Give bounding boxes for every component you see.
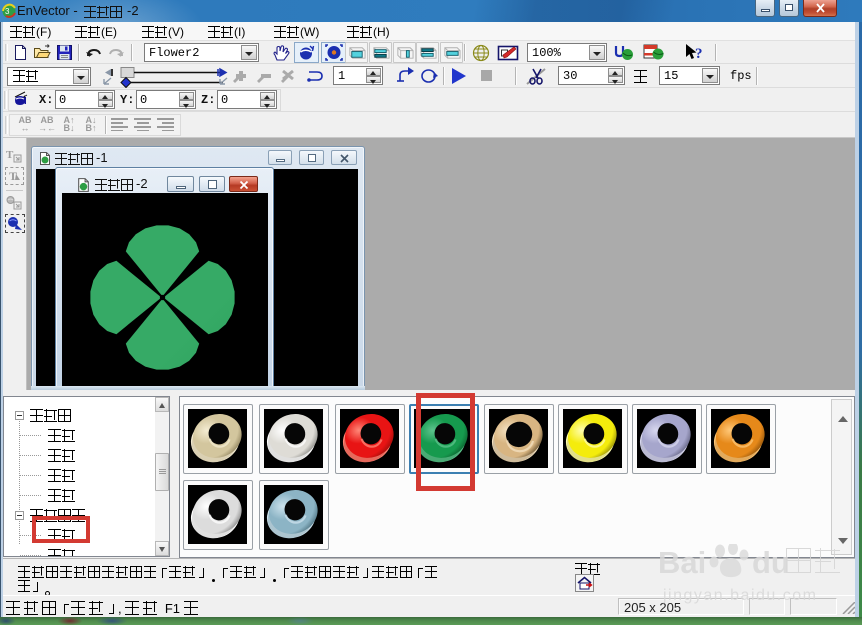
svg-text:3: 3 <box>5 7 10 16</box>
svg-text:?: ? <box>695 46 703 62</box>
svg-text:T: T <box>6 149 14 161</box>
